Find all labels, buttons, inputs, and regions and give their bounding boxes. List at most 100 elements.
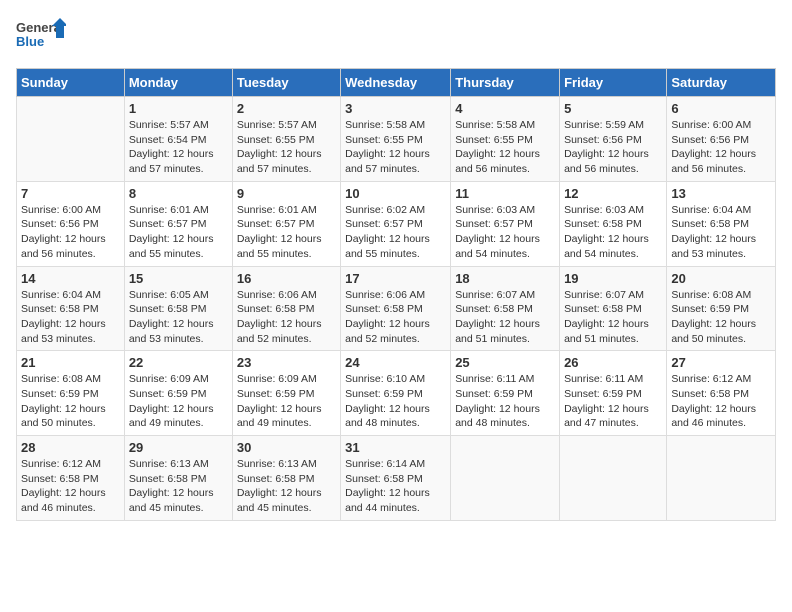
day-number: 10 xyxy=(345,186,446,201)
day-header-friday: Friday xyxy=(560,69,667,97)
calendar-cell: 30 Sunrise: 6:13 AMSunset: 6:58 PMDayligh… xyxy=(232,436,340,521)
logo-svg: General Blue xyxy=(16,16,66,56)
day-number: 26 xyxy=(564,355,662,370)
day-number: 7 xyxy=(21,186,120,201)
calendar-cell: 26 Sunrise: 6:11 AMSunset: 6:59 PMDayligh… xyxy=(560,351,667,436)
calendar-cell: 17 Sunrise: 6:06 AMSunset: 6:58 PMDayligh… xyxy=(341,266,451,351)
day-info: Sunrise: 6:01 AMSunset: 6:57 PMDaylight:… xyxy=(129,203,228,262)
day-number: 20 xyxy=(671,271,771,286)
day-number: 13 xyxy=(671,186,771,201)
calendar-week-4: 28 Sunrise: 6:12 AMSunset: 6:58 PMDayligh… xyxy=(17,436,776,521)
calendar-cell: 14 Sunrise: 6:04 AMSunset: 6:58 PMDayligh… xyxy=(17,266,125,351)
calendar-cell xyxy=(17,97,125,182)
day-header-sunday: Sunday xyxy=(17,69,125,97)
day-info: Sunrise: 6:00 AMSunset: 6:56 PMDaylight:… xyxy=(671,118,771,177)
day-info: Sunrise: 6:03 AMSunset: 6:58 PMDaylight:… xyxy=(564,203,662,262)
day-number: 18 xyxy=(455,271,555,286)
calendar-cell xyxy=(451,436,560,521)
calendar-cell: 5 Sunrise: 5:59 AMSunset: 6:56 PMDaylight… xyxy=(560,97,667,182)
day-info: Sunrise: 5:57 AMSunset: 6:54 PMDaylight:… xyxy=(129,118,228,177)
calendar-cell: 2 Sunrise: 5:57 AMSunset: 6:55 PMDaylight… xyxy=(232,97,340,182)
svg-text:Blue: Blue xyxy=(16,34,44,49)
day-info: Sunrise: 5:59 AMSunset: 6:56 PMDaylight:… xyxy=(564,118,662,177)
calendar-cell: 15 Sunrise: 6:05 AMSunset: 6:58 PMDayligh… xyxy=(124,266,232,351)
day-header-monday: Monday xyxy=(124,69,232,97)
calendar-cell: 19Sunrise: 6:07 AMSunset: 6:58 PMDayligh… xyxy=(560,266,667,351)
day-info: Sunrise: 6:12 AMSunset: 6:58 PMDaylight:… xyxy=(671,372,771,431)
day-info: Sunrise: 6:05 AMSunset: 6:58 PMDaylight:… xyxy=(129,288,228,347)
day-header-wednesday: Wednesday xyxy=(341,69,451,97)
day-number: 1 xyxy=(129,101,228,116)
day-number: 29 xyxy=(129,440,228,455)
day-info: Sunrise: 5:58 AMSunset: 6:55 PMDaylight:… xyxy=(345,118,446,177)
day-number: 25 xyxy=(455,355,555,370)
day-number: 4 xyxy=(455,101,555,116)
calendar-cell: 18 Sunrise: 6:07 AMSunset: 6:58 PMDayligh… xyxy=(451,266,560,351)
day-info: Sunrise: 6:03 AMSunset: 6:57 PMDaylight:… xyxy=(455,203,555,262)
day-info: Sunrise: 6:01 AMSunset: 6:57 PMDaylight:… xyxy=(237,203,336,262)
day-number: 11 xyxy=(455,186,555,201)
calendar-cell: 1 Sunrise: 5:57 AMSunset: 6:54 PMDaylight… xyxy=(124,97,232,182)
day-number: 24 xyxy=(345,355,446,370)
calendar-cell: 29 Sunrise: 6:13 AMSunset: 6:58 PMDayligh… xyxy=(124,436,232,521)
day-info: Sunrise: 6:04 AMSunset: 6:58 PMDaylight:… xyxy=(21,288,120,347)
header: General Blue xyxy=(16,16,776,56)
calendar-week-0: 1 Sunrise: 5:57 AMSunset: 6:54 PMDaylight… xyxy=(17,97,776,182)
calendar-cell: 21Sunrise: 6:08 AMSunset: 6:59 PMDayligh… xyxy=(17,351,125,436)
calendar-week-3: 21Sunrise: 6:08 AMSunset: 6:59 PMDayligh… xyxy=(17,351,776,436)
calendar-cell: 22 Sunrise: 6:09 AMSunset: 6:59 PMDayligh… xyxy=(124,351,232,436)
calendar-cell xyxy=(667,436,776,521)
calendar-cell: 20Sunrise: 6:08 AMSunset: 6:59 PMDayligh… xyxy=(667,266,776,351)
day-number: 17 xyxy=(345,271,446,286)
day-info: Sunrise: 6:06 AMSunset: 6:58 PMDaylight:… xyxy=(345,288,446,347)
day-number: 30 xyxy=(237,440,336,455)
day-number: 2 xyxy=(237,101,336,116)
day-number: 15 xyxy=(129,271,228,286)
calendar-week-2: 14 Sunrise: 6:04 AMSunset: 6:58 PMDayligh… xyxy=(17,266,776,351)
day-info: Sunrise: 6:13 AMSunset: 6:58 PMDaylight:… xyxy=(129,457,228,516)
calendar-cell: 11 Sunrise: 6:03 AMSunset: 6:57 PMDayligh… xyxy=(451,181,560,266)
day-header-saturday: Saturday xyxy=(667,69,776,97)
day-number: 9 xyxy=(237,186,336,201)
day-number: 12 xyxy=(564,186,662,201)
day-number: 16 xyxy=(237,271,336,286)
day-info: Sunrise: 6:14 AMSunset: 6:58 PMDaylight:… xyxy=(345,457,446,516)
calendar-cell: 12 Sunrise: 6:03 AMSunset: 6:58 PMDayligh… xyxy=(560,181,667,266)
day-header-thursday: Thursday xyxy=(451,69,560,97)
calendar-cell: 13 Sunrise: 6:04 AMSunset: 6:58 PMDayligh… xyxy=(667,181,776,266)
day-number: 5 xyxy=(564,101,662,116)
day-number: 19 xyxy=(564,271,662,286)
day-number: 22 xyxy=(129,355,228,370)
day-info: Sunrise: 6:00 AMSunset: 6:56 PMDaylight:… xyxy=(21,203,120,262)
calendar-cell xyxy=(560,436,667,521)
calendar-cell: 16 Sunrise: 6:06 AMSunset: 6:58 PMDayligh… xyxy=(232,266,340,351)
calendar-cell: 27 Sunrise: 6:12 AMSunset: 6:58 PMDayligh… xyxy=(667,351,776,436)
day-number: 28 xyxy=(21,440,120,455)
day-number: 3 xyxy=(345,101,446,116)
calendar-cell: 24Sunrise: 6:10 AMSunset: 6:59 PMDayligh… xyxy=(341,351,451,436)
day-number: 6 xyxy=(671,101,771,116)
day-info: Sunrise: 6:13 AMSunset: 6:58 PMDaylight:… xyxy=(237,457,336,516)
day-number: 14 xyxy=(21,271,120,286)
calendar-cell: 25Sunrise: 6:11 AMSunset: 6:59 PMDayligh… xyxy=(451,351,560,436)
day-info: Sunrise: 6:11 AMSunset: 6:59 PMDaylight:… xyxy=(564,372,662,431)
day-info: Sunrise: 5:57 AMSunset: 6:55 PMDaylight:… xyxy=(237,118,336,177)
calendar-cell: 8Sunrise: 6:01 AMSunset: 6:57 PMDaylight… xyxy=(124,181,232,266)
day-number: 31 xyxy=(345,440,446,455)
day-info: Sunrise: 6:02 AMSunset: 6:57 PMDaylight:… xyxy=(345,203,446,262)
calendar-cell: 31 Sunrise: 6:14 AMSunset: 6:58 PMDayligh… xyxy=(341,436,451,521)
calendar-cell: 6 Sunrise: 6:00 AMSunset: 6:56 PMDaylight… xyxy=(667,97,776,182)
day-info: Sunrise: 6:04 AMSunset: 6:58 PMDaylight:… xyxy=(671,203,771,262)
day-info: Sunrise: 6:09 AMSunset: 6:59 PMDaylight:… xyxy=(237,372,336,431)
day-info: Sunrise: 6:09 AMSunset: 6:59 PMDaylight:… xyxy=(129,372,228,431)
day-info: Sunrise: 6:07 AMSunset: 6:58 PMDaylight:… xyxy=(455,288,555,347)
day-number: 27 xyxy=(671,355,771,370)
day-number: 21 xyxy=(21,355,120,370)
calendar-table: SundayMondayTuesdayWednesdayThursdayFrid… xyxy=(16,68,776,521)
calendar-cell: 28 Sunrise: 6:12 AMSunset: 6:58 PMDayligh… xyxy=(17,436,125,521)
calendar-header: SundayMondayTuesdayWednesdayThursdayFrid… xyxy=(17,69,776,97)
day-info: Sunrise: 5:58 AMSunset: 6:55 PMDaylight:… xyxy=(455,118,555,177)
day-info: Sunrise: 6:12 AMSunset: 6:58 PMDaylight:… xyxy=(21,457,120,516)
logo: General Blue xyxy=(16,16,66,56)
day-info: Sunrise: 6:06 AMSunset: 6:58 PMDaylight:… xyxy=(237,288,336,347)
